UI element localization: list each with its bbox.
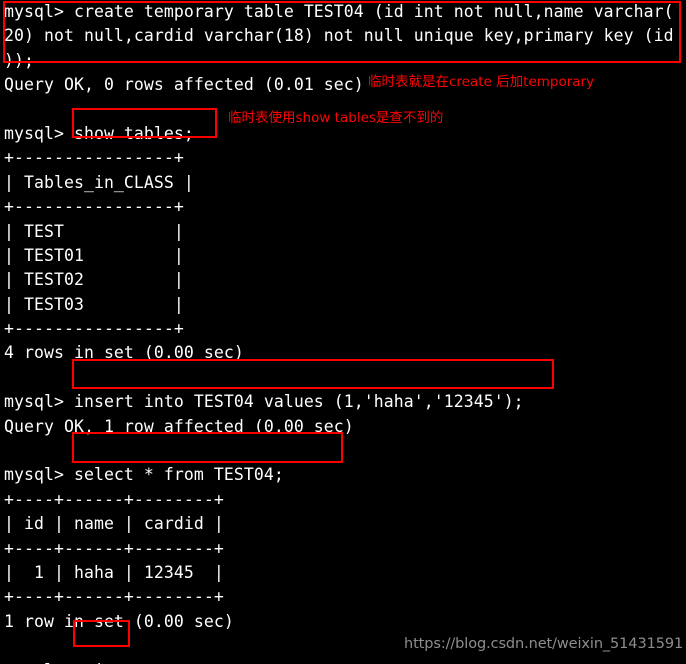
terminal-line: 20) not null,cardid varchar(18) not null… <box>4 26 674 46</box>
annotation-temporary-keyword: 临时表就是在create 后加temporary <box>368 74 595 90</box>
terminal-line-table-header: | id | name | cardid | <box>4 514 224 534</box>
terminal-line-table-row: | TEST01 | <box>4 245 184 265</box>
terminal-output: mysql> create temporary table TEST04 (id… <box>4 0 682 664</box>
terminal-line-insert-command: mysql> insert into TEST04 values (1,'hah… <box>4 392 524 412</box>
terminal-line: )); <box>4 50 34 70</box>
watermark-url: https://blog.csdn.net/weixin_51431591 <box>404 636 684 652</box>
terminal-line-table-row: | TEST03 | <box>4 294 184 314</box>
terminal-line-rows-count: 1 row in set (0.00 sec) <box>4 611 234 631</box>
terminal-line-table-border: +----------------+ <box>4 148 184 168</box>
terminal-line-table-row: | TEST | <box>4 221 184 241</box>
terminal-line-quit-command: mysql> quit <box>4 659 682 664</box>
terminal-line-table-header: | Tables_in_CLASS | <box>4 172 194 192</box>
terminal-line-table-border: +----------------+ <box>4 197 184 217</box>
terminal-line-table-row: | 1 | haha | 12345 | <box>4 562 224 582</box>
terminal-line: mysql> create temporary table TEST04 (id… <box>4 2 674 21</box>
terminal-line-insert-status: Query OK, 1 row affected (0.00 sec) <box>4 416 354 436</box>
terminal-window[interactable]: mysql> create temporary table TEST04 (id… <box>0 0 686 664</box>
terminal-line-rows-count: 4 rows in set (0.00 sec) <box>4 343 244 363</box>
terminal-line-table-border: +----+------+--------+ <box>4 489 224 509</box>
terminal-line-table-border: +----+------+--------+ <box>4 538 224 558</box>
terminal-line-table-row: | TEST02 | <box>4 270 184 290</box>
terminal-line-table-border: +----------------+ <box>4 319 184 339</box>
terminal-line-table-border: +----+------+--------+ <box>4 587 224 607</box>
annotation-show-tables-hidden: 临时表使用show tables是查不到的 <box>228 110 444 126</box>
terminal-line-select-command: mysql> select * from TEST04; <box>4 465 284 485</box>
